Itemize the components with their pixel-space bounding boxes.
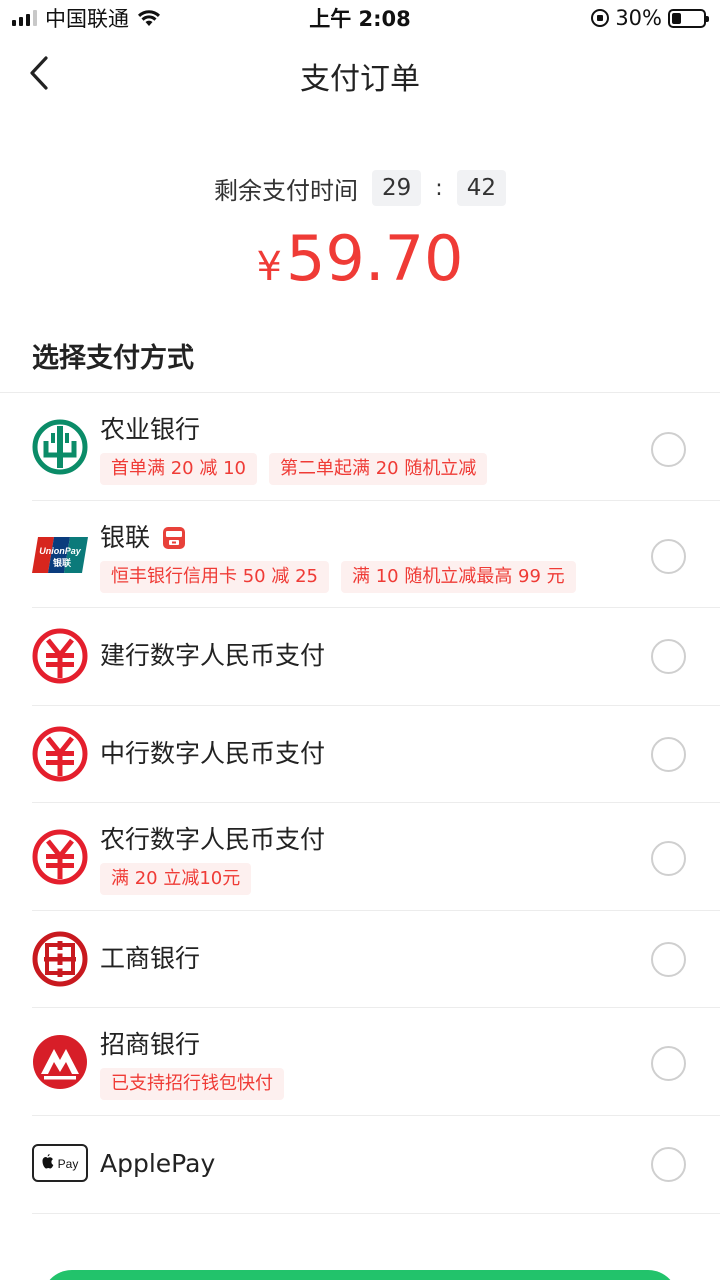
- battery-icon: [668, 8, 709, 28]
- digital-rmb-icon: [32, 829, 88, 885]
- select-radio[interactable]: [651, 539, 686, 574]
- rotation-lock-icon: [591, 9, 610, 27]
- digital-rmb-icon: [32, 628, 88, 684]
- payment-method-cmb[interactable]: 招商银行 已支持招行钱包快付: [32, 1008, 720, 1116]
- promo-tag: 恒丰银行信用卡 50 减 25: [100, 561, 329, 593]
- payment-method-ccb-digital-rmb[interactable]: 建行数字人民币支付: [32, 608, 720, 706]
- status-right: 30%: [591, 6, 709, 30]
- method-name: ApplePay: [100, 1149, 216, 1178]
- method-name: 招商银行: [100, 1030, 201, 1059]
- nav-bar: 支付订单: [0, 36, 720, 112]
- battery-percent: 30%: [615, 6, 662, 30]
- payment-countdown: 剩余支付时间 29 : 42: [0, 170, 720, 206]
- abc-bank-icon: [32, 419, 88, 475]
- method-name: 工商银行: [100, 944, 201, 973]
- cmb-icon: [33, 1035, 87, 1089]
- select-radio[interactable]: [651, 1046, 686, 1081]
- promo-tag: 满 20 立减10元: [100, 863, 252, 895]
- payment-method-icbc[interactable]: 工商银行: [32, 911, 720, 1008]
- promo-tag: 首单满 20 减 10: [100, 453, 257, 485]
- carrier-label: 中国联通: [45, 7, 129, 31]
- payment-method-unionpay[interactable]: UnionPay 银联 银联 恒丰银行信用卡 50 减 25 满 10 随机立减…: [32, 501, 720, 608]
- countdown-minutes: 29: [372, 170, 422, 206]
- countdown-label: 剩余支付时间: [214, 176, 358, 205]
- page-title: 支付订单: [300, 62, 420, 97]
- status-left: 中国联通: [12, 3, 161, 33]
- order-amount: ¥59.70: [0, 222, 720, 304]
- method-name: 农业银行: [100, 415, 201, 444]
- amount-value: 59.70: [285, 222, 464, 295]
- method-name: 建行数字人民币支付: [100, 641, 326, 670]
- svg-text:银联: 银联: [53, 557, 72, 569]
- select-radio[interactable]: [651, 737, 686, 772]
- method-name: 银联: [100, 523, 151, 552]
- digital-rmb-icon: [32, 726, 88, 782]
- payment-method-list: 农业银行 首单满 20 减 10 第二单起满 20 随机立减 UnionPay …: [0, 393, 720, 1214]
- promo-tag: 已支持招行钱包快付: [100, 1068, 284, 1100]
- payment-method-applepay[interactable]: Pay ApplePay: [32, 1116, 720, 1214]
- payment-method-boc-digital-rmb[interactable]: 中行数字人民币支付: [32, 706, 720, 803]
- countdown-seconds: 42: [456, 170, 506, 206]
- payment-method-abc-digital-rmb[interactable]: 农行数字人民币支付 满 20 立减10元: [32, 803, 720, 911]
- method-name: 中行数字人民币支付: [100, 739, 326, 768]
- yunshanfu-icon: [163, 527, 186, 549]
- promo-tag: 满 10 随机立减最高 99 元: [340, 561, 576, 593]
- svg-text:Pay: Pay: [58, 1157, 79, 1171]
- method-name: 农行数字人民币支付: [100, 825, 326, 854]
- apple-pay-icon: Pay: [32, 1144, 88, 1182]
- unionpay-icon: UnionPay 银联: [32, 537, 88, 573]
- signal-icon: [12, 10, 37, 26]
- icbc-icon: [32, 931, 88, 987]
- select-radio[interactable]: [651, 1147, 686, 1182]
- select-radio[interactable]: [651, 432, 686, 467]
- promo-tag: 第二单起满 20 随机立减: [268, 453, 488, 485]
- currency-symbol: ¥: [256, 244, 282, 290]
- section-title: 选择支付方式: [32, 343, 194, 374]
- countdown-separator: :: [435, 175, 443, 201]
- payment-method-abc[interactable]: 农业银行 首单满 20 减 10 第二单起满 20 随机立减: [32, 393, 720, 501]
- select-radio[interactable]: [651, 841, 686, 876]
- svg-text:UnionPay: UnionPay: [39, 546, 82, 556]
- status-bar: 中国联通 上午 2:08 30%: [0, 0, 720, 36]
- select-radio[interactable]: [651, 639, 686, 674]
- confirm-pay-button[interactable]: [42, 1270, 678, 1280]
- wifi-icon: [138, 10, 160, 26]
- select-radio[interactable]: [651, 942, 686, 977]
